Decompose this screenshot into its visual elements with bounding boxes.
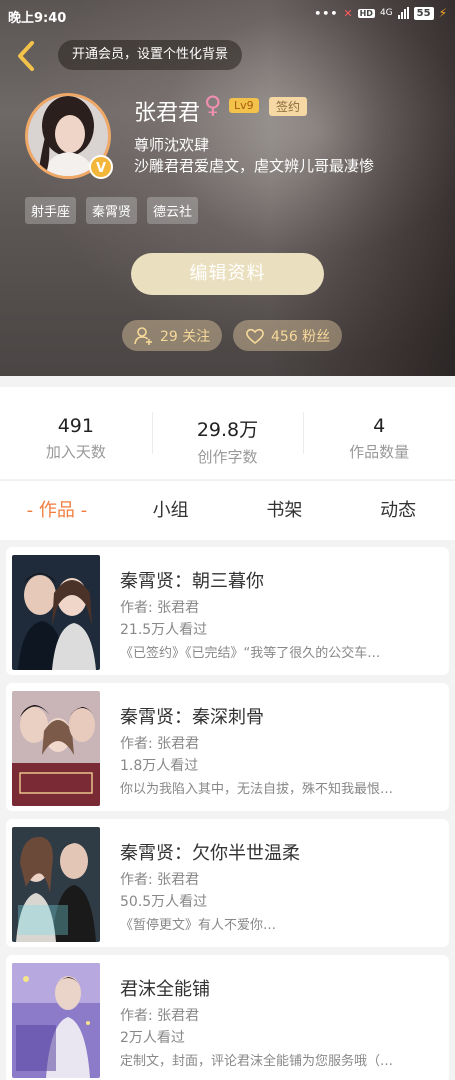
book-description: 你以为我陷入其中，无法自拔，殊不知我最恨… (120, 782, 394, 797)
tab-bookshelf[interactable]: 书架 (228, 481, 342, 540)
bio-line-2: 沙雕君君爱虐文，虐文辨儿哥最凄惨 (134, 157, 375, 175)
back-button[interactable] (12, 38, 42, 74)
stat-word-count: 29.8万 创作字数 (151, 387, 304, 479)
book-cover[interactable] (12, 691, 100, 806)
book-author: 作者: 张君君 (120, 600, 200, 616)
stat-label: 创作字数 (197, 448, 258, 466)
cover-image (12, 691, 100, 806)
stat-value: 491 (57, 415, 94, 437)
book-description: 《已签约》《已完结》“我等了很久的公交车… (120, 646, 381, 661)
stat-value: 29.8万 (196, 419, 259, 441)
book-reads: 21.5万人看过 (120, 622, 208, 638)
status-bar: 晚上9:40 ••• ✕ HD 4G 55 ⚡ (0, 0, 455, 30)
book-cover[interactable] (12, 555, 100, 670)
book-cover[interactable] (12, 963, 100, 1078)
female-icon: ♀ (204, 91, 222, 119)
network-label: 4G (379, 8, 393, 18)
add-user-icon (134, 326, 152, 345)
book-card[interactable]: 秦霄贤：朝三暮你 作者: 张君君 21.5万人看过 《已签约》《已完结》“我等了… (6, 547, 449, 675)
fans-count: 456 粉丝 (271, 328, 331, 345)
book-cover[interactable] (12, 827, 100, 942)
vip-banner[interactable]: 开通会员，设置个性化背景 (58, 40, 243, 70)
stats-bar: 491 加入天数 29.8万 创作字数 4 作品数量 (0, 387, 455, 479)
book-card[interactable]: 君沫全能铺 作者: 张君君 2万人看过 定制文，封面，评论君沫全能铺为您服务哦（… (6, 955, 449, 1080)
tag-list: 射手座 秦霄贤 德云社 (25, 197, 199, 224)
tab-works[interactable]: - 作品 - (0, 481, 114, 540)
signal-icon (397, 7, 409, 19)
book-author: 作者: 张君君 (120, 736, 200, 752)
battery-icon: 55 (413, 6, 434, 20)
stat-works-count: 4 作品数量 (303, 387, 455, 479)
status-time: 晚上9:40 (8, 11, 67, 26)
book-reads: 2万人看过 (120, 1030, 185, 1046)
book-card[interactable]: 秦霄贤：秦深刺骨 作者: 张君君 1.8万人看过 你以为我陷入其中，无法自拔，殊… (6, 683, 449, 811)
tag-item[interactable]: 德云社 (147, 197, 199, 224)
charging-icon: ⚡ (438, 6, 447, 20)
book-description: 定制文，封面，评论君沫全能铺为您服务哦（… (120, 1054, 394, 1069)
tag-item[interactable]: 秦霄贤 (86, 197, 138, 224)
signed-badge: 签约 (269, 97, 308, 116)
cover-image (12, 827, 100, 942)
cover-image (12, 963, 100, 1078)
heart-icon (246, 328, 264, 344)
stat-label: 加入天数 (45, 443, 106, 461)
bio-line-1: 尊师沈欢肆 (134, 136, 210, 154)
following-button[interactable]: 29 关注 (122, 320, 223, 351)
book-reads: 50.5万人看过 (120, 894, 208, 910)
avatar-container[interactable]: V (25, 93, 113, 179)
more-dots-icon: ••• (314, 6, 339, 20)
stat-label: 作品数量 (349, 443, 410, 461)
user-name: 张君君 (134, 101, 201, 126)
book-title[interactable]: 君沫全能铺 (120, 975, 210, 1001)
mute-icon: ✕ (343, 6, 353, 20)
book-title[interactable]: 秦霄贤：秦深刺骨 (120, 703, 264, 729)
book-title[interactable]: 秦霄贤：朝三暮你 (120, 567, 264, 593)
level-badge: Lv9 (229, 98, 259, 113)
hd-icon: HD (357, 8, 375, 18)
user-bio: 尊师沈欢肆 沙雕君君爱虐文，虐文辨儿哥最凄惨 (134, 135, 374, 177)
tab-groups[interactable]: 小组 (114, 481, 228, 540)
book-author: 作者: 张君君 (120, 872, 200, 888)
fans-button[interactable]: 456 粉丝 (233, 320, 343, 351)
tab-activity[interactable]: 动态 (341, 481, 455, 540)
book-list: 秦霄贤：朝三暮你 作者: 张君君 21.5万人看过 《已签约》《已完结》“我等了… (0, 540, 455, 1080)
back-arrow-icon (18, 41, 34, 71)
book-author: 作者: 张君君 (120, 1008, 200, 1024)
edit-profile-button[interactable]: 编辑资料 (131, 253, 324, 295)
tag-item[interactable]: 射手座 (25, 197, 77, 224)
stat-value: 4 (373, 415, 386, 437)
profile-header: 晚上9:40 ••• ✕ HD 4G 55 ⚡ 开通会员，设置个性化背景 V 张… (0, 0, 455, 376)
cover-image (12, 555, 100, 670)
following-count: 29 关注 (160, 328, 211, 345)
book-title[interactable]: 秦霄贤：欠你半世温柔 (120, 839, 300, 865)
book-card[interactable]: 秦霄贤：欠你半世温柔 作者: 张君君 50.5万人看过 《暂停更文》有人不爱你… (6, 819, 449, 947)
tab-bar: - 作品 - 小组 书架 动态 (0, 480, 455, 540)
status-icons: ••• ✕ HD 4G 55 ⚡ (314, 6, 447, 20)
stat-join-days: 491 加入天数 (0, 387, 152, 479)
book-description: 《暂停更文》有人不爱你… (120, 918, 277, 933)
book-reads: 1.8万人看过 (120, 758, 199, 774)
verified-badge: V (89, 155, 113, 179)
